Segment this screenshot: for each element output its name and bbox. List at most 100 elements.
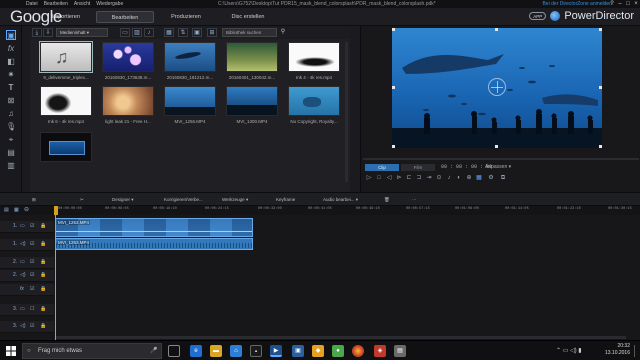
app-icon[interactable]: ● [332, 345, 344, 357]
media-filter-dropdown[interactable]: Medieninhalt ▾ [56, 28, 108, 37]
directorzone-login-link[interactable]: Bei der DirectorZone anmelden [543, 1, 612, 7]
mark-out-icon[interactable]: ⊐ [415, 174, 423, 182]
snapshot-icon[interactable]: ⊙ [435, 174, 443, 182]
resize-handle[interactable] [495, 28, 498, 31]
transition-room-icon[interactable]: ⊠ [6, 96, 16, 106]
subtitle-room-icon[interactable]: ▤ [6, 148, 16, 158]
library-item[interactable]: 20160830_173638.m... [102, 42, 156, 80]
volume-icon[interactable]: ♪ [445, 174, 453, 182]
resize-handle[interactable] [392, 28, 395, 31]
track-lock-icon[interactable]: 🔒 [40, 306, 46, 312]
edge-browser-icon[interactable]: e [190, 345, 202, 357]
menu-wiedergabe[interactable]: Wiedergabe [96, 1, 123, 7]
clip-mode-button[interactable]: Clip [365, 164, 399, 171]
taskbar-search-input[interactable]: ○ Frag mich etwas [22, 343, 162, 359]
track-enable-checkbox[interactable]: ☑ [30, 241, 34, 247]
search-icon[interactable]: ⚲ [278, 28, 288, 37]
tab-edit[interactable]: Bearbeiten [96, 11, 154, 23]
play-icon[interactable]: ▷ [365, 174, 373, 182]
zoom-slider-icon[interactable]: ⊖ [24, 206, 29, 213]
audio-mixing-icon[interactable]: ♫ [6, 109, 16, 119]
resize-handle[interactable] [392, 145, 395, 148]
keyframe-button[interactable]: Keyframe [276, 196, 295, 204]
track-enable-checkbox[interactable]: ☑ [30, 286, 34, 292]
resize-handle[interactable] [599, 145, 602, 148]
powerdirector-taskbar-icon[interactable]: ▶ [270, 345, 282, 357]
import-media-icon[interactable]: ⤓ [32, 28, 42, 37]
film-mode-button[interactable]: Film [401, 164, 435, 171]
track-lock-icon[interactable]: 🔒 [40, 259, 46, 265]
filter-video-icon[interactable]: ▭ [120, 28, 130, 37]
media-room-icon[interactable]: ▣ [6, 30, 16, 40]
track-enable-checkbox[interactable]: ☐ [30, 306, 34, 312]
resize-handle[interactable] [392, 86, 395, 89]
library-item[interactable]: No Copyright, Royalty... [288, 86, 342, 124]
track-enable-checkbox[interactable]: ☑ [30, 272, 34, 278]
tools-button[interactable]: Werkzeuge ▾ [222, 196, 248, 204]
task-view-icon[interactable] [168, 345, 180, 357]
close-button[interactable]: × [632, 0, 640, 8]
mark-in-icon[interactable]: ⊏ [405, 174, 413, 182]
store-icon[interactable]: ⌂ [230, 345, 242, 357]
fast-forward-icon[interactable]: ⇥ [425, 174, 433, 182]
fix-enhance-button[interactable]: Korrigieren/Verbe... [164, 196, 203, 204]
filter-audio-icon[interactable]: ♪ [144, 28, 154, 37]
delete-icon[interactable]: 🗑 [384, 196, 390, 204]
preview-frame[interactable] [392, 28, 602, 148]
tag-icon[interactable]: ⊞ [207, 28, 217, 37]
sort-icon[interactable]: ⇅ [178, 28, 188, 37]
chapter-room-icon[interactable]: ⌖ [6, 135, 16, 145]
previous-frame-icon[interactable]: ◁ [385, 174, 393, 182]
designer-button[interactable]: Designer ▾ [112, 196, 134, 204]
track-enable-checkbox[interactable]: ☑ [30, 323, 34, 329]
collection-icon[interactable]: ▣ [192, 28, 202, 37]
library-item[interactable]: ♫ 9_delivernme_triplex... [39, 41, 94, 80]
audio-edit-button[interactable]: Audio bearbei... ▾ [323, 196, 358, 204]
app-icon[interactable]: ◆ [312, 345, 324, 357]
title-room-icon[interactable]: T [6, 83, 16, 93]
show-desktop-button[interactable] [634, 345, 638, 357]
library-item[interactable]: Ink 6 - 4k res.mp4 [40, 86, 94, 124]
display-mode-icon[interactable]: ◐ [455, 174, 463, 182]
resize-handle[interactable] [599, 86, 602, 89]
split-icon[interactable]: ✂ [80, 196, 84, 204]
app-icon[interactable]: ▪ [250, 345, 262, 357]
storyboard-view-icon[interactable]: ▦ [14, 207, 19, 213]
more-options-icon[interactable]: ··· [412, 196, 417, 204]
view-icon[interactable]: ▦ [164, 28, 174, 37]
microphone-icon[interactable]: 🎤 [150, 347, 157, 354]
track-lock-icon[interactable]: 🔒 [40, 241, 46, 247]
particle-room-icon[interactable]: ✷ [6, 70, 16, 80]
library-search-input[interactable]: Bibliothek suchen [222, 28, 277, 37]
windows-start-icon[interactable] [6, 346, 16, 356]
fit-dropdown[interactable]: Anpassen ▾ [485, 164, 511, 170]
download-icon[interactable]: ⇩ [43, 28, 53, 37]
system-clock[interactable]: 20:32 13.10.2016 [605, 343, 630, 357]
undock-icon[interactable]: ⧉ [499, 174, 507, 182]
resize-handle[interactable] [495, 145, 498, 148]
app-icon[interactable]: ▣ [292, 345, 304, 357]
file-explorer-icon[interactable]: ▬ [210, 345, 222, 357]
next-frame-icon[interactable]: ⊳ [395, 174, 403, 182]
zoom-icon[interactable]: ⊕ [465, 174, 473, 182]
tab-produce[interactable]: Produzieren [158, 11, 214, 23]
stop-icon[interactable]: □ [375, 174, 383, 182]
library-scrollbar[interactable] [345, 42, 348, 182]
filter-image-icon[interactable]: ▨ [132, 28, 142, 37]
help-button[interactable]: ? [608, 0, 616, 8]
library-item[interactable] [40, 132, 94, 165]
chrome-browser-icon[interactable] [352, 345, 364, 357]
voiceover-icon[interactable]: 🎙 [6, 122, 16, 132]
app-icon[interactable]: ▤ [394, 345, 406, 357]
app-icon[interactable]: ◈ [374, 345, 386, 357]
library-item[interactable]: 20160401_130042.m... [226, 42, 280, 80]
move-crosshair-icon[interactable] [488, 78, 506, 96]
3d-mode-icon[interactable]: ▦ [475, 174, 483, 182]
library-item[interactable]: MVI_1256.MP4 [164, 86, 218, 124]
library-item[interactable]: MVI_1300.MP4 [226, 86, 280, 124]
resize-handle[interactable] [599, 28, 602, 31]
track-lock-icon[interactable]: 🔒 [40, 223, 46, 229]
track-enable-checkbox[interactable]: ☑ [30, 259, 34, 265]
track-lock-icon[interactable]: 🔒 [40, 323, 46, 329]
library-item[interactable]: 20160830_181212.m... [164, 42, 218, 80]
